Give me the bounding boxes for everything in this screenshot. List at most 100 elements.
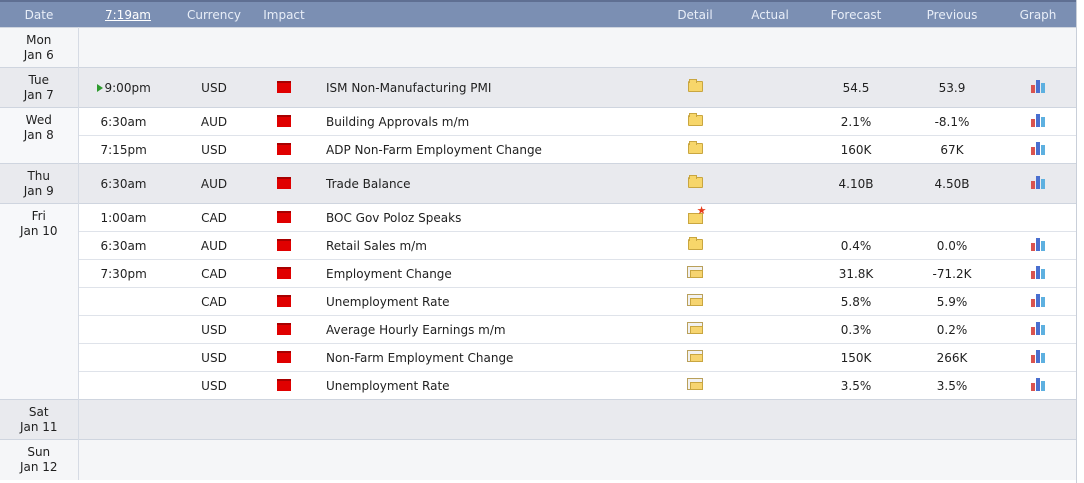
folder-icon[interactable] xyxy=(687,78,703,92)
bar-chart-icon[interactable] xyxy=(1030,79,1046,93)
folder-star-icon[interactable] xyxy=(687,205,707,224)
event-title[interactable]: Unemployment Rate xyxy=(318,371,658,400)
high-impact-icon[interactable] xyxy=(277,211,291,223)
high-impact-icon[interactable] xyxy=(277,379,291,391)
event-previous: 0.0% xyxy=(904,231,1000,260)
event-title[interactable]: Building Approvals m/m xyxy=(318,107,658,136)
event-title[interactable]: ISM Non-Manufacturing PMI xyxy=(318,67,658,108)
header-detail: Detail xyxy=(658,0,732,28)
high-impact-icon[interactable] xyxy=(277,239,291,251)
event-detail[interactable] xyxy=(658,371,732,400)
event-detail[interactable] xyxy=(658,231,732,260)
event-title[interactable]: Unemployment Rate xyxy=(318,287,658,316)
event-graph[interactable] xyxy=(1000,135,1076,164)
table-row[interactable]: Wed Jan 8 6:30am AUD Building Approvals m… xyxy=(0,107,1076,164)
event-currency: USD xyxy=(178,135,250,164)
current-time-link[interactable]: 7:19am xyxy=(105,8,151,22)
event-forecast: 31.8K xyxy=(808,259,904,288)
event-impact[interactable] xyxy=(250,315,318,344)
folder-icon[interactable] xyxy=(687,236,703,250)
folder-open-icon[interactable] xyxy=(687,350,703,362)
table-row[interactable]: 7:15pm USD ADP Non-Farm Employment Chang… xyxy=(0,135,1076,164)
event-graph[interactable] xyxy=(1000,371,1076,400)
event-currency: CAD xyxy=(178,203,250,232)
table-row[interactable]: 6:30am AUD Retail Sales m/m 0.4% 0.0% xyxy=(0,231,1076,260)
folder-open-icon[interactable] xyxy=(687,378,703,390)
high-impact-icon[interactable] xyxy=(277,143,291,155)
folder-icon[interactable] xyxy=(687,174,703,188)
high-impact-icon[interactable] xyxy=(277,81,291,93)
event-impact[interactable] xyxy=(250,203,318,232)
bar-chart-icon[interactable] xyxy=(1030,113,1046,127)
event-graph[interactable] xyxy=(1000,163,1076,204)
event-impact[interactable] xyxy=(250,67,318,108)
event-title[interactable]: Trade Balance xyxy=(318,163,658,204)
bar-chart-icon[interactable] xyxy=(1030,265,1046,279)
event-impact[interactable] xyxy=(250,231,318,260)
event-impact[interactable] xyxy=(250,343,318,372)
table-row[interactable]: USD Unemployment Rate 3.5% 3.5% xyxy=(0,371,1076,400)
event-impact[interactable] xyxy=(250,135,318,164)
event-detail[interactable] xyxy=(658,67,732,108)
event-graph[interactable] xyxy=(1000,287,1076,316)
event-detail[interactable] xyxy=(658,203,732,232)
date-cell: Tue Jan 7 xyxy=(0,67,79,108)
bar-chart-icon[interactable] xyxy=(1030,321,1046,335)
high-impact-icon[interactable] xyxy=(277,267,291,279)
event-graph[interactable] xyxy=(1000,231,1076,260)
event-title[interactable]: Retail Sales m/m xyxy=(318,231,658,260)
event-title[interactable]: ADP Non-Farm Employment Change xyxy=(318,135,658,164)
event-detail[interactable] xyxy=(658,287,732,316)
bar-chart-icon[interactable] xyxy=(1030,293,1046,307)
event-impact[interactable] xyxy=(250,287,318,316)
event-detail[interactable] xyxy=(658,135,732,164)
event-graph[interactable] xyxy=(1000,343,1076,372)
event-graph[interactable] xyxy=(1000,259,1076,288)
table-row[interactable]: USD Non-Farm Employment Change 150K 266K xyxy=(0,343,1076,372)
folder-open-icon[interactable] xyxy=(687,266,703,278)
high-impact-icon[interactable] xyxy=(277,177,291,189)
bar-chart-icon[interactable] xyxy=(1030,237,1046,251)
event-title[interactable]: Employment Change xyxy=(318,259,658,288)
folder-icon[interactable] xyxy=(687,140,703,154)
event-impact[interactable] xyxy=(250,163,318,204)
event-graph[interactable] xyxy=(1000,107,1076,136)
bar-chart-icon[interactable] xyxy=(1030,349,1046,363)
event-detail[interactable] xyxy=(658,163,732,204)
table-row[interactable]: 7:30pm CAD Employment Change 31.8K -71.2… xyxy=(0,259,1076,288)
event-detail[interactable] xyxy=(658,259,732,288)
high-impact-icon[interactable] xyxy=(277,323,291,335)
day-date: Jan 7 xyxy=(23,88,54,102)
event-forecast: 4.10B xyxy=(808,163,904,204)
event-title[interactable]: BOC Gov Poloz Speaks xyxy=(318,203,658,232)
high-impact-icon[interactable] xyxy=(277,295,291,307)
folder-icon[interactable] xyxy=(687,112,703,126)
bar-chart-icon[interactable] xyxy=(1030,175,1046,189)
event-title[interactable]: Non-Farm Employment Change xyxy=(318,343,658,372)
event-graph[interactable] xyxy=(1000,67,1076,108)
event-detail[interactable] xyxy=(658,107,732,136)
event-graph[interactable] xyxy=(1000,315,1076,344)
event-impact[interactable] xyxy=(250,259,318,288)
high-impact-icon[interactable] xyxy=(277,351,291,363)
day-date: Jan 11 xyxy=(19,420,58,434)
table-row[interactable]: Tue Jan 7 9:00pm USD ISM Non-Manufacturin… xyxy=(0,67,1076,108)
table-row[interactable]: USD Average Hourly Earnings m/m 0.3% 0.2… xyxy=(0,315,1076,344)
table-row[interactable]: Thu Jan 9 6:30am AUD Trade Balance 4.10B … xyxy=(0,163,1076,204)
bar-chart-icon[interactable] xyxy=(1030,141,1046,155)
high-impact-icon[interactable] xyxy=(277,115,291,127)
event-detail[interactable] xyxy=(658,343,732,372)
header-time[interactable]: 7:19am xyxy=(78,0,178,28)
bar-chart-icon[interactable] xyxy=(1030,377,1046,391)
table-row[interactable]: Fri Jan 10 1:00am CAD BOC Gov Poloz Speak… xyxy=(0,203,1076,400)
folder-open-icon[interactable] xyxy=(687,322,703,334)
event-impact[interactable] xyxy=(250,107,318,136)
event-impact[interactable] xyxy=(250,371,318,400)
day-date: Jan 6 xyxy=(23,48,54,62)
folder-open-icon[interactable] xyxy=(687,294,703,306)
event-time: 6:30am xyxy=(78,107,178,136)
event-title[interactable]: Average Hourly Earnings m/m xyxy=(318,315,658,344)
table-row[interactable]: CAD Unemployment Rate 5.8% 5.9% xyxy=(0,287,1076,316)
day-name: Mon xyxy=(26,33,52,47)
event-detail[interactable] xyxy=(658,315,732,344)
